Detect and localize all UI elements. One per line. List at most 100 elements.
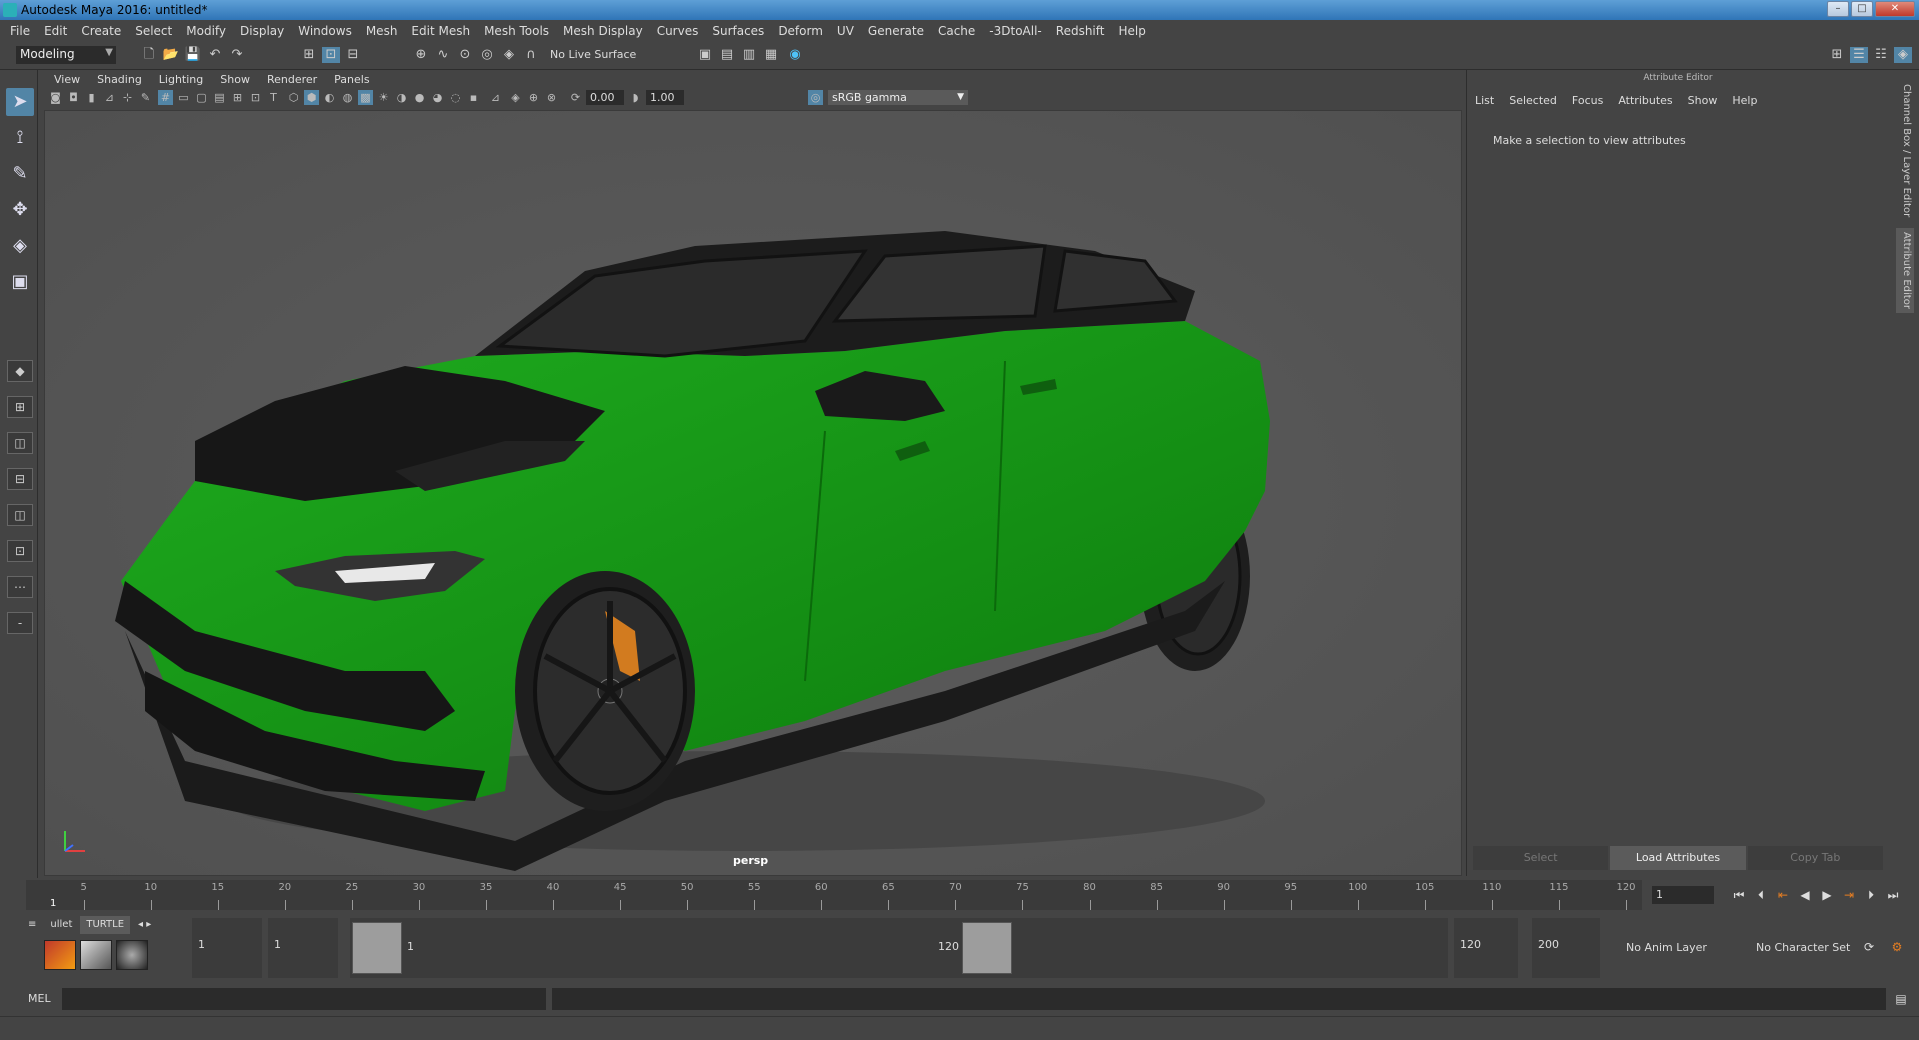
range-end-handle[interactable] bbox=[962, 922, 1012, 974]
animation-end-field[interactable]: 200 bbox=[1532, 918, 1600, 978]
sphere-shader-icon[interactable] bbox=[116, 940, 148, 970]
camera-attributes-icon[interactable]: ◘ bbox=[66, 90, 81, 105]
shelf-tab-menu-icon[interactable]: ≡ bbox=[22, 916, 43, 934]
outliner-layout-icon[interactable]: ⋯ bbox=[7, 576, 33, 598]
menu-edit-mesh[interactable]: Edit Mesh bbox=[411, 24, 470, 38]
live-surface-field[interactable]: No Live Surface bbox=[550, 47, 650, 63]
render-view-icon[interactable]: ▣ bbox=[696, 47, 714, 63]
playback-end-field[interactable]: 120 bbox=[1454, 918, 1518, 978]
script-language-label[interactable]: MEL bbox=[28, 992, 51, 1005]
menu-display[interactable]: Display bbox=[240, 24, 284, 38]
attr-menu-selected[interactable]: Selected bbox=[1509, 94, 1557, 107]
view-transform-dropdown[interactable]: sRGB gamma ▼ bbox=[828, 90, 968, 105]
viewport-menu-lighting[interactable]: Lighting bbox=[159, 73, 203, 86]
menu-create[interactable]: Create bbox=[81, 24, 121, 38]
range-slider-track[interactable]: 1 120 bbox=[350, 918, 1448, 978]
anim-layer-dropdown[interactable]: No Anim Layer bbox=[1620, 918, 1724, 978]
field-chart-icon[interactable]: ⊞ bbox=[230, 90, 245, 105]
open-scene-icon[interactable]: 📂 bbox=[162, 47, 180, 63]
snap-curve-icon[interactable]: ∿ bbox=[434, 47, 452, 63]
ambient-occlusion-icon[interactable]: ● bbox=[412, 90, 427, 105]
wireframe-icon[interactable]: ⬡ bbox=[286, 90, 301, 105]
select-component-icon[interactable]: ⊟ bbox=[344, 47, 362, 63]
wireframe-on-shaded-icon[interactable]: ◍ bbox=[340, 90, 355, 105]
save-scene-icon[interactable]: 💾 bbox=[184, 47, 202, 63]
undo-icon[interactable]: ↶ bbox=[206, 47, 224, 63]
more-layouts-icon[interactable]: - bbox=[7, 612, 33, 634]
safe-title-icon[interactable]: T bbox=[266, 90, 281, 105]
menu-windows[interactable]: Windows bbox=[298, 24, 352, 38]
shelf-tab-turtle[interactable]: TURTLE bbox=[80, 916, 131, 934]
2d-pan-zoom-icon[interactable]: ⊹ bbox=[120, 90, 135, 105]
step-forward-frame-icon[interactable]: ⇥ bbox=[1840, 886, 1858, 904]
shadows-icon[interactable]: ◑ bbox=[394, 90, 409, 105]
ipr-render-icon[interactable]: ▥ bbox=[740, 47, 758, 63]
isolate-select-icon[interactable]: ⊿ bbox=[488, 90, 503, 105]
redo-icon[interactable]: ↷ bbox=[228, 47, 246, 63]
film-gate-icon[interactable]: ▭ bbox=[176, 90, 191, 105]
gamma-field[interactable]: 1.00 bbox=[646, 90, 684, 105]
exposure-field[interactable]: 0.00 bbox=[586, 90, 624, 105]
attr-menu-show[interactable]: Show bbox=[1688, 94, 1718, 107]
color-management-icon[interactable]: ◎ bbox=[808, 90, 823, 105]
step-back-key-icon[interactable]: ⏴ bbox=[1752, 886, 1770, 904]
attribute-editor-toggle-icon[interactable]: ☰ bbox=[1850, 47, 1868, 63]
animation-start-field[interactable]: 1 bbox=[192, 918, 262, 978]
magnet-icon[interactable]: ∩ bbox=[522, 47, 540, 63]
gate-mask-icon[interactable]: ▤ bbox=[212, 90, 227, 105]
xray-components-icon[interactable]: ⊗ bbox=[544, 90, 559, 105]
select-hierarchy-icon[interactable]: ⊞ bbox=[300, 47, 318, 63]
channel-box-toggle-icon[interactable]: ◈ bbox=[1894, 47, 1912, 63]
command-input[interactable] bbox=[62, 988, 546, 1010]
menu-mesh[interactable]: Mesh bbox=[366, 24, 398, 38]
attr-menu-attributes[interactable]: Attributes bbox=[1618, 94, 1672, 107]
menu-uv[interactable]: UV bbox=[837, 24, 854, 38]
persp-uv-layout-icon[interactable]: ⊡ bbox=[7, 540, 33, 562]
viewport-menu-shading[interactable]: Shading bbox=[97, 73, 142, 86]
image-plane-icon[interactable]: ⊿ bbox=[102, 90, 117, 105]
lasso-tool-icon[interactable]: ⟟ bbox=[6, 124, 34, 152]
xray-joints-icon[interactable]: ⊕ bbox=[526, 90, 541, 105]
safe-action-icon[interactable]: ⊡ bbox=[248, 90, 263, 105]
menu-mesh-display[interactable]: Mesh Display bbox=[563, 24, 643, 38]
make-live-icon[interactable]: ◈ bbox=[500, 47, 518, 63]
select-tool-icon[interactable]: ➤ bbox=[6, 88, 34, 116]
use-all-lights-icon[interactable]: ☀ bbox=[376, 90, 391, 105]
depth-of-field-icon[interactable]: ▪ bbox=[466, 90, 481, 105]
current-frame-field[interactable]: 1 bbox=[1652, 886, 1714, 904]
step-back-frame-icon[interactable]: ⇤ bbox=[1774, 886, 1792, 904]
gamma-icon[interactable]: ◗ bbox=[628, 90, 643, 105]
snap-view-plane-icon[interactable]: ◎ bbox=[478, 47, 496, 63]
paint-select-tool-icon[interactable]: ✎ bbox=[6, 160, 34, 188]
menu-help[interactable]: Help bbox=[1118, 24, 1145, 38]
menu-redshift[interactable]: Redshift bbox=[1056, 24, 1105, 38]
menu-file[interactable]: File bbox=[10, 24, 30, 38]
grid-icon[interactable]: # bbox=[158, 90, 173, 105]
render-frame-icon[interactable]: ▤ bbox=[718, 47, 736, 63]
anti-aliasing-icon[interactable]: ◌ bbox=[448, 90, 463, 105]
select-object-icon[interactable]: ⊡ bbox=[322, 47, 340, 63]
menu-set-dropdown[interactable]: Modeling ▼ bbox=[16, 46, 116, 64]
go-to-start-icon[interactable]: ⏮ bbox=[1730, 886, 1748, 904]
textured-icon[interactable]: ▩ bbox=[358, 90, 373, 105]
smooth-shade-icon[interactable]: ⬢ bbox=[304, 90, 319, 105]
menu-edit[interactable]: Edit bbox=[44, 24, 67, 38]
camera-select-icon[interactable]: ◙ bbox=[48, 90, 63, 105]
viewport-menu-show[interactable]: Show bbox=[220, 73, 250, 86]
shelf-scroll-icon[interactable]: ◂ ▸ bbox=[132, 916, 158, 934]
minimize-button[interactable]: – bbox=[1827, 1, 1849, 17]
menu-generate[interactable]: Generate bbox=[868, 24, 924, 38]
anim-preferences-icon[interactable]: ⚙ bbox=[1888, 938, 1906, 956]
select-button[interactable]: Select bbox=[1473, 846, 1609, 870]
render-settings-icon[interactable]: ▦ bbox=[762, 47, 780, 63]
viewport-menu-renderer[interactable]: Renderer bbox=[267, 73, 317, 86]
range-start-handle[interactable] bbox=[352, 922, 402, 974]
menu-select[interactable]: Select bbox=[135, 24, 172, 38]
play-forwards-icon[interactable]: ▶ bbox=[1818, 886, 1836, 904]
script-editor-icon[interactable]: ▤ bbox=[1892, 990, 1910, 1008]
four-view-layout-icon[interactable]: ⊞ bbox=[7, 396, 33, 418]
persp-graph-layout-icon[interactable]: ⊟ bbox=[7, 468, 33, 490]
bookmark-icon[interactable]: ▮ bbox=[84, 90, 99, 105]
viewport-menu-view[interactable]: View bbox=[54, 73, 80, 86]
rotate-tool-icon[interactable]: ◈ bbox=[6, 232, 34, 260]
